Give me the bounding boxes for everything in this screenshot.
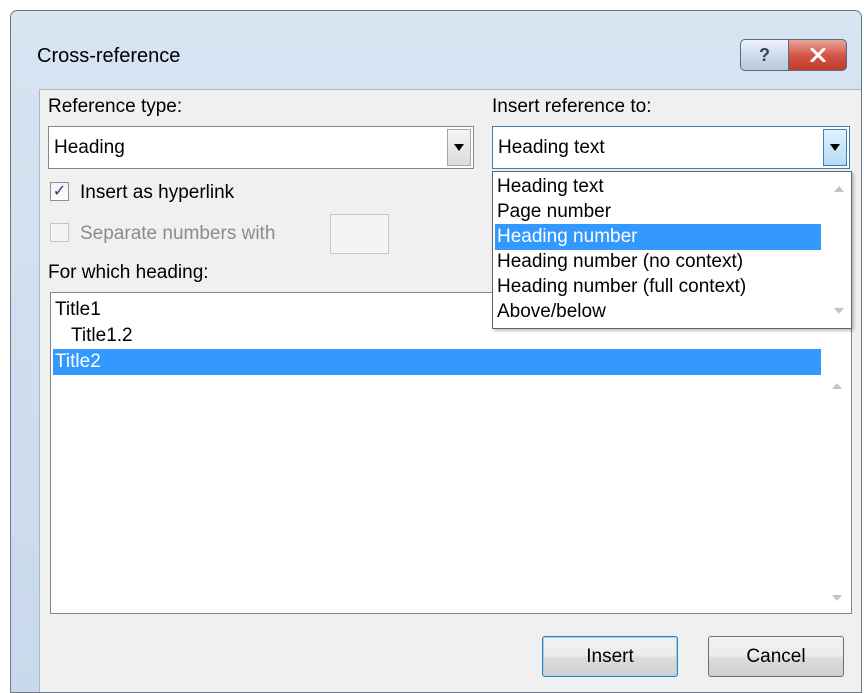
option-heading-text[interactable]: Heading text xyxy=(495,174,821,200)
chevron-down-icon xyxy=(830,144,840,151)
option-page-number[interactable]: Page number xyxy=(495,199,821,225)
cancel-button[interactable]: Cancel xyxy=(708,636,844,677)
insert-hyperlink-checkbox[interactable]: ✓ xyxy=(50,182,69,201)
option-heading-number-full-context[interactable]: Heading number (full context) xyxy=(495,274,821,300)
headings-list-label: For which heading: xyxy=(48,262,209,283)
dropdown-scrollbar[interactable] xyxy=(827,172,851,328)
checkmark-icon: ✓ xyxy=(52,182,67,200)
insert-reference-value: Heading text xyxy=(498,137,605,158)
scroll-up-icon[interactable] xyxy=(834,186,844,192)
reference-type-dropdown-arrow[interactable] xyxy=(447,129,471,166)
separate-numbers-input[interactable] xyxy=(330,214,389,254)
scroll-up-icon[interactable] xyxy=(832,383,842,389)
heading-item-label: Title2 xyxy=(55,351,101,372)
heading-item-label: Title1.2 xyxy=(71,325,133,346)
insert-reference-select[interactable]: Heading text xyxy=(492,126,850,169)
option-heading-number-no-context[interactable]: Heading number (no context) xyxy=(495,249,821,275)
headings-scrollbar[interactable] xyxy=(825,293,851,613)
insert-hyperlink-label[interactable]: Insert as hyperlink xyxy=(80,182,234,204)
help-button[interactable]: ? xyxy=(740,39,789,71)
insert-reference-dropdown-arrow[interactable] xyxy=(823,129,847,166)
insert-button-label: Insert xyxy=(586,645,634,667)
help-icon: ? xyxy=(759,44,770,65)
option-above-below[interactable]: Above/below xyxy=(495,299,821,325)
headings-listbox[interactable]: Title1 Title1.2 Title2 xyxy=(50,292,852,614)
title-bar-buttons: ? xyxy=(740,39,847,71)
scroll-down-icon[interactable] xyxy=(832,595,842,601)
heading-item-label: Title1 xyxy=(55,299,101,320)
option-heading-number[interactable]: Heading number xyxy=(495,224,821,250)
heading-item-title2[interactable]: Title2 xyxy=(53,349,821,375)
separate-numbers-label: Separate numbers with xyxy=(80,223,276,244)
dialog-window: Cross-reference ? Reference type: Headin… xyxy=(10,10,862,693)
chevron-down-icon xyxy=(454,144,464,151)
insert-button[interactable]: Insert xyxy=(542,636,678,677)
dialog-body: Reference type: Heading Insert reference… xyxy=(39,89,861,692)
reference-type-label: Reference type: xyxy=(48,96,183,117)
close-button[interactable] xyxy=(789,39,847,71)
reference-type-select[interactable]: Heading xyxy=(48,126,474,169)
scroll-down-icon[interactable] xyxy=(834,308,844,314)
reference-type-value: Heading xyxy=(54,137,125,158)
insert-reference-label: Insert reference to: xyxy=(492,96,652,117)
cancel-button-label: Cancel xyxy=(746,645,806,667)
close-icon xyxy=(810,48,825,62)
separate-numbers-checkbox[interactable] xyxy=(50,223,69,242)
insert-reference-dropdown-list[interactable]: Heading text Page number Heading number … xyxy=(492,171,852,329)
window-title: Cross-reference xyxy=(37,45,181,67)
